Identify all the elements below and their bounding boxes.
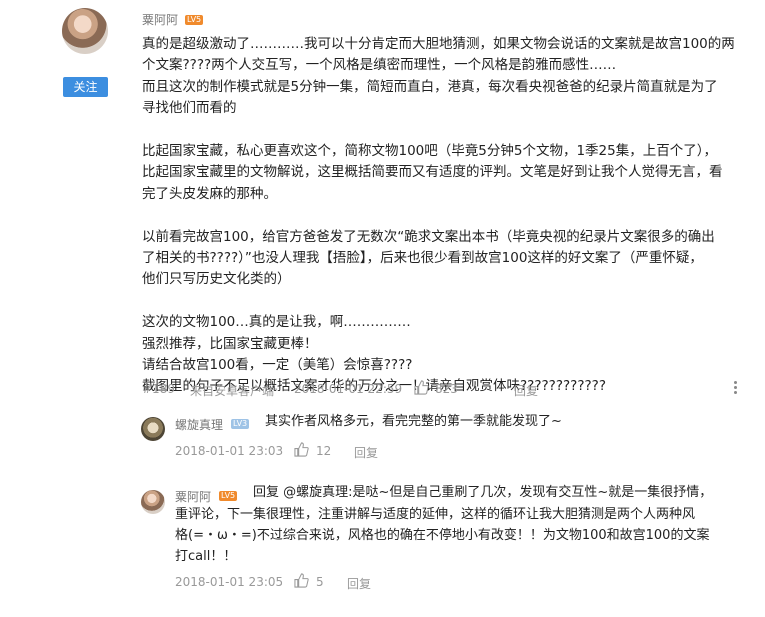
reply-text: 回复 @螺旋真理:是哒~但是自己重刷了几次，发现有交互性~就是一集很抒情，	[253, 485, 713, 500]
reply-button[interactable]: 回复	[354, 444, 378, 461]
post-content: 真的是超级激动了…………我可以十分肯定而大胆地猜测，如果文物会说话的文案就是故宫…	[142, 34, 754, 398]
reply-username[interactable]: 粟阿阿	[175, 488, 211, 505]
thumbs-up-icon[interactable]	[294, 442, 309, 457]
post-line: 这次的文物100…真的是让我，啊……………	[142, 314, 411, 331]
level-badge: LV5	[219, 491, 238, 501]
post-time: 2018-01-01 22:59	[294, 382, 403, 396]
follow-button[interactable]: 关注	[63, 77, 108, 97]
reply-text: 打call！！	[175, 549, 237, 564]
reply-text: 其实作者风格多元，看完完整的第一季就能发现了~	[265, 414, 562, 429]
reply-text: 重评论，下一集很理性，注重讲解与适度的延伸，这样的循环让我大胆猜测是两个人两种风	[175, 507, 696, 522]
level-badge: LV5	[185, 15, 204, 25]
post-line: 完了头皮发麻的那种。	[142, 185, 277, 202]
thumbs-up-icon[interactable]	[294, 573, 309, 588]
post-username[interactable]: 粟阿阿	[142, 11, 178, 28]
post-line: 了相关的书????）”也没人理我【捂脸】，后来也很少看到故宫100这样的好文案了…	[142, 250, 703, 267]
post-line: 而且这次的制作模式就是5分钟一集，简短而直白，港真，每次看央视爸爸的纪录片简直就…	[142, 78, 718, 95]
reply-username[interactable]: 螺旋真理	[175, 416, 223, 433]
post-line: 以前看完故宫100，给官方爸爸发了无数次“跪求文案出本书（毕竟央视的纪录片文案很…	[142, 228, 715, 245]
post-line: 比起国家宝藏，私心更喜欢这个，简称文物100吧（毕竟5分钟5个文物，1季25集，…	[142, 143, 717, 160]
floor-number: #189	[142, 382, 175, 396]
level-badge: LV3	[231, 419, 250, 429]
reply-text: 格(=・ω・=)不过综合来说，风格也的确在不停地小有改变！！为文物100和故宫1…	[175, 528, 710, 543]
thumbs-up-icon[interactable]	[414, 380, 429, 395]
avatar[interactable]	[62, 8, 108, 54]
reply-time: 2018-01-01 23:03	[175, 444, 284, 458]
reply-time: 2018-01-01 23:05	[175, 575, 284, 589]
reply-avatar[interactable]	[141, 490, 165, 514]
post-line: 寻找他们而看的	[142, 100, 237, 117]
like-count: 12	[316, 444, 332, 458]
like-count: 823	[435, 382, 458, 396]
post-line: 比起国家宝藏里的文物解说，这里概括简要而又有适度的评判。文笔是好到让我个人觉得无…	[142, 164, 723, 181]
more-options-icon[interactable]	[734, 381, 738, 396]
reply-avatar[interactable]	[141, 417, 165, 441]
post-line: 强烈推荐，比国家宝藏更棒！	[142, 335, 318, 352]
post-source: 来自安卓客户端	[190, 384, 275, 398]
post-line: 个文案????两个人交互写，一个风格是缜密而理性，一个风格是韵雅而感性……	[142, 57, 617, 74]
post-line: 请结合故宫100看，一定（美笔）会惊喜????	[142, 357, 413, 374]
like-count: 5	[316, 575, 324, 589]
reply-button[interactable]: 回复	[514, 382, 538, 399]
post-line: 真的是超级激动了…………我可以十分肯定而大胆地猜测，如果文物会说话的文案就是故宫…	[142, 36, 735, 52]
reply-button[interactable]: 回复	[347, 575, 371, 592]
post-line: 他们只写历史文化类的）	[142, 271, 291, 288]
